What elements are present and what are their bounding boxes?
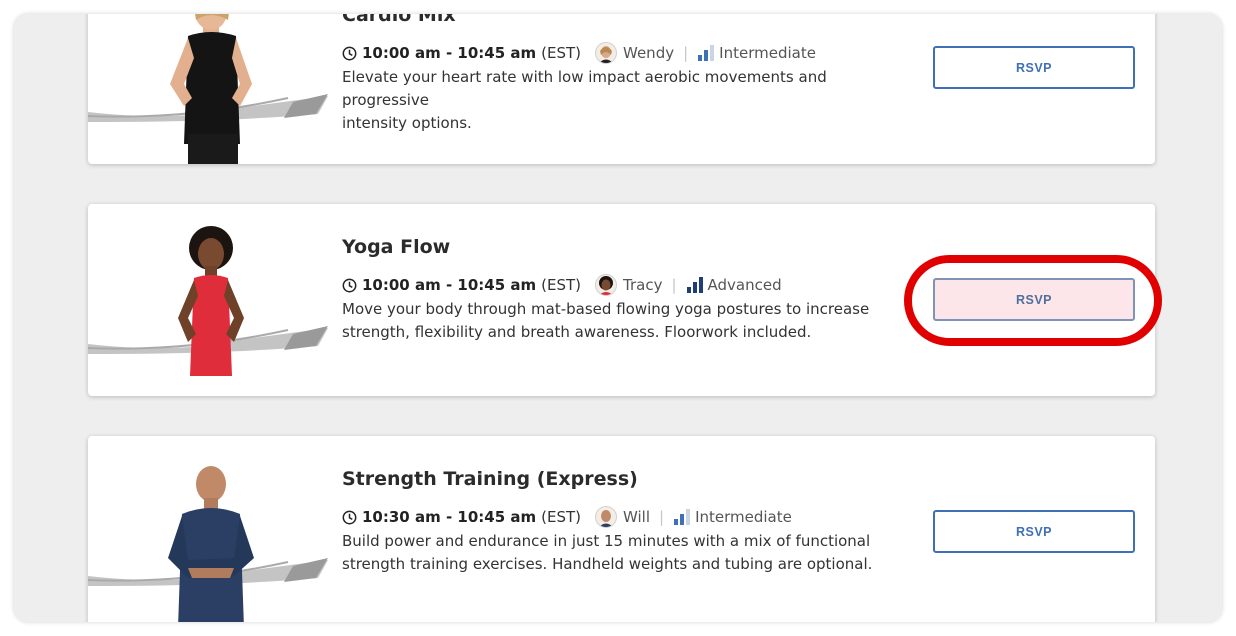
instructor-name: Tracy	[623, 276, 663, 294]
signal-bars-icon	[698, 45, 715, 61]
description-line: strength, flexibility and breath awarene…	[342, 323, 812, 341]
class-timezone: (EST)	[541, 276, 581, 294]
class-level: Intermediate	[719, 44, 816, 62]
clock-icon	[342, 278, 357, 292]
class-card-strength-training: Strength Training (Express) 10:30 am - 1…	[88, 436, 1155, 622]
class-meta: 10:00 am - 10:45 am (EST) Tracy | Advanc…	[342, 274, 902, 296]
class-timezone: (EST)	[541, 44, 581, 62]
instructor-photo-will	[168, 466, 254, 622]
schedule-viewport: Cardio Mix 10:00 am - 10:45 am (EST) Wen…	[14, 14, 1222, 622]
class-card-yoga-flow: Yoga Flow 10:00 am - 10:45 am (EST) Trac…	[88, 204, 1155, 396]
class-time: 10:00 am - 10:45 am	[362, 44, 537, 62]
class-meta: 10:30 am - 10:45 am (EST) Will | Interme…	[342, 506, 902, 528]
instructor-name: Wendy	[623, 44, 675, 62]
rsvp-button[interactable]: RSVP	[933, 278, 1135, 321]
class-time: 10:30 am - 10:45 am	[362, 508, 537, 526]
instructor-photo-tracy	[178, 226, 244, 376]
class-time: 10:00 am - 10:45 am	[362, 276, 537, 294]
class-title: Strength Training (Express)	[342, 468, 638, 490]
class-description: Move your body through mat-based flowing…	[342, 298, 902, 344]
class-level: Advanced	[707, 276, 782, 294]
class-title: Yoga Flow	[342, 236, 451, 258]
class-meta: 10:00 am - 10:45 am (EST) Wendy | Interm…	[342, 42, 902, 64]
meta-separator: |	[671, 276, 677, 294]
rsvp-button[interactable]: RSVP	[933, 510, 1135, 553]
class-description: Build power and endurance in just 15 min…	[342, 530, 902, 576]
class-title: Cardio Mix	[342, 14, 456, 26]
description-line: intensity options.	[342, 114, 472, 132]
class-timezone: (EST)	[541, 508, 581, 526]
class-description: Elevate your heart rate with low impact …	[342, 66, 902, 135]
signal-bars-icon	[674, 509, 691, 525]
instructor-avatar	[595, 42, 617, 64]
instructor-name: Will	[623, 508, 651, 526]
class-card-cardio-mix: Cardio Mix 10:00 am - 10:45 am (EST) Wen…	[88, 14, 1155, 164]
description-line: strength training exercises. Handheld we…	[342, 555, 873, 573]
description-line: Elevate your heart rate with low impact …	[342, 68, 827, 109]
clock-icon	[342, 510, 357, 524]
meta-separator: |	[683, 44, 689, 62]
rsvp-button[interactable]: RSVP	[933, 46, 1135, 89]
description-line: Build power and endurance in just 15 min…	[342, 532, 871, 550]
instructor-avatar	[595, 506, 617, 528]
meta-separator: |	[659, 508, 665, 526]
instructor-photo-wendy	[170, 14, 252, 164]
description-line: Move your body through mat-based flowing…	[342, 300, 870, 318]
class-level: Intermediate	[695, 508, 792, 526]
instructor-avatar	[595, 274, 617, 296]
signal-bars-icon	[686, 277, 703, 293]
clock-icon	[342, 46, 357, 60]
